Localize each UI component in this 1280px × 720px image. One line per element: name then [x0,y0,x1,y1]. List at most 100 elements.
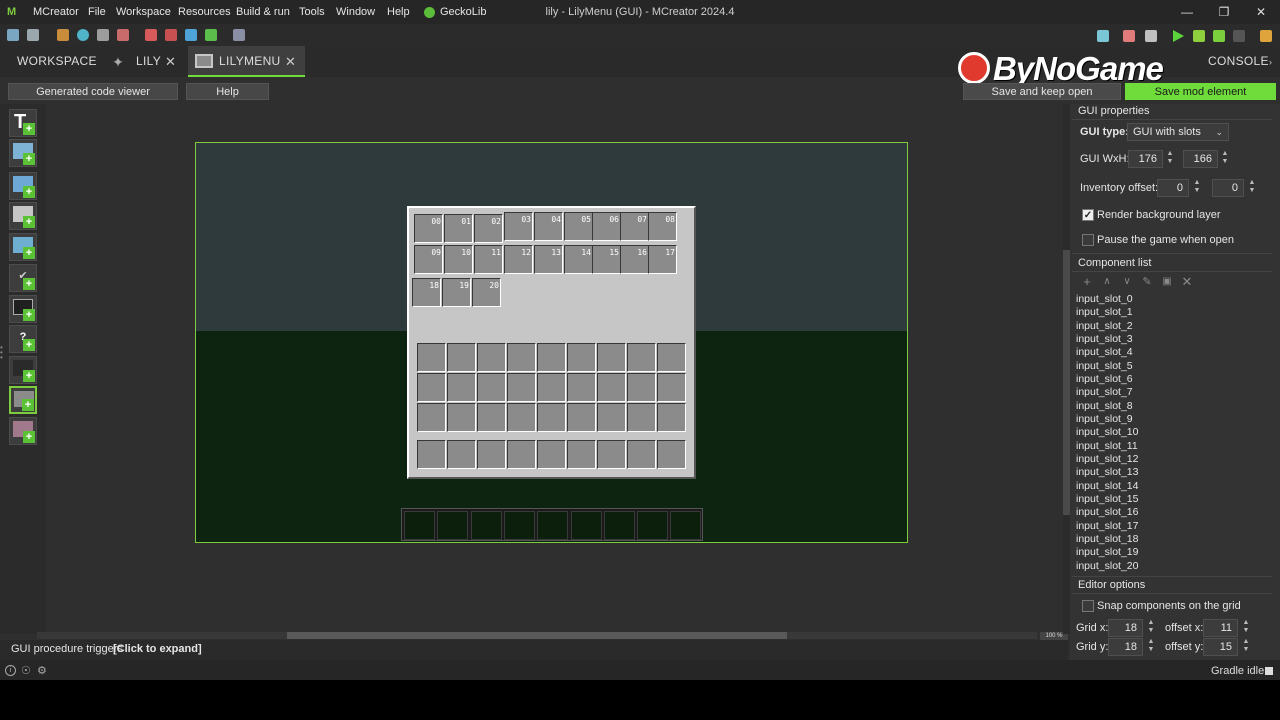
component-list-item[interactable]: input_slot_18 [1076,533,1138,546]
add-image-button-button[interactable]: + [9,233,37,261]
menu-file[interactable]: File [88,0,106,24]
grid-y-input[interactable]: 18 [1108,638,1143,656]
menu-tools[interactable]: Tools [299,0,325,24]
import-icon[interactable] [57,29,69,41]
input-slot[interactable]: 09 [414,245,443,274]
triggers-expand-link[interactable]: [Click to expand] [113,643,202,655]
export-icon[interactable] [1260,30,1272,42]
gui-width-spinner[interactable]: ▲ ▼ [1163,150,1177,168]
input-slot[interactable]: 12 [504,245,533,274]
generated-code-viewer-button[interactable]: Generated code viewer [8,83,178,100]
menu-resources[interactable]: Resources [178,0,231,24]
component-list-item[interactable]: input_slot_10 [1076,426,1138,439]
tab-lily-close-icon[interactable]: ✕ [165,46,176,77]
component-list-item[interactable]: input_slot_16 [1076,506,1138,519]
input-slot[interactable]: 05 [564,212,593,241]
input-slot[interactable]: 11 [474,245,503,274]
tab-lilymenu[interactable]: LILYMENU [219,46,281,77]
maximize-button[interactable]: ❐ [1207,0,1241,24]
component-list-item[interactable]: input_slot_1 [1076,306,1133,319]
component-list-item[interactable]: input_slot_3 [1076,333,1133,346]
move-up-icon[interactable]: ∧ [1100,275,1114,289]
gui-width-input[interactable]: 176 [1128,150,1163,168]
component-list-item[interactable]: input_slot_4 [1076,346,1133,359]
offset-y-input[interactable]: 15 [1203,638,1238,656]
menu-build-run[interactable]: Build & run [236,0,290,24]
add-checkbox-button[interactable]: ✔ + [9,264,37,292]
input-slot[interactable]: 01 [444,214,473,243]
armor-texture-icon[interactable] [185,29,197,41]
lock-component-icon[interactable]: ▣ [1160,275,1174,289]
input-slot[interactable]: 06 [592,212,621,241]
add-text-field-button[interactable]: + [9,295,37,323]
sound-icon[interactable] [97,29,109,41]
structure-icon[interactable] [205,29,217,41]
add-sprite-button[interactable]: + [9,172,37,200]
add-output-slot-button[interactable]: + [9,417,37,445]
gear-icon[interactable]: ⚙ [37,664,47,677]
component-list-item[interactable]: input_slot_8 [1076,400,1133,413]
input-slot[interactable]: 07 [620,212,649,241]
edit-component-icon[interactable]: ✎ [1140,275,1154,289]
render-background-checkbox[interactable]: ✓ [1082,209,1094,221]
add-image-button[interactable]: + [9,139,37,167]
component-list-item[interactable]: input_slot_9 [1076,413,1133,426]
more-tabs-icon[interactable]: › [1269,57,1273,67]
tab-lily[interactable]: LILY [136,46,161,77]
input-slot[interactable]: 04 [534,212,563,241]
input-slot[interactable]: 14 [564,245,593,274]
component-list-item[interactable]: input_slot_2 [1076,320,1133,333]
input-slot[interactable]: 20 [472,278,501,307]
input-slot[interactable]: 13 [534,245,563,274]
regenerate-icon[interactable] [1097,30,1109,42]
tab-lilymenu-close-icon[interactable]: ✕ [285,46,296,77]
input-slot[interactable]: 18 [412,278,441,307]
save-mod-element-button[interactable]: Save mod element [1125,83,1276,100]
variables-icon[interactable] [233,29,245,41]
component-list-item[interactable]: input_slot_20 [1076,560,1138,573]
add-tooltip-button[interactable]: ? + [9,325,37,353]
menu-geckolib[interactable]: GeckoLib [440,0,486,24]
component-list-item[interactable]: input_slot_14 [1076,480,1138,493]
input-slot[interactable]: 19 [442,278,471,307]
block-texture-icon[interactable] [145,29,157,41]
grid-x-input[interactable]: 18 [1108,619,1143,637]
resource-icon[interactable] [77,29,89,41]
component-list-item[interactable]: input_slot_11 [1076,440,1138,453]
help-button[interactable]: Help [186,83,269,100]
add-button-button[interactable]: + [9,202,37,230]
component-list-item[interactable]: input_slot_6 [1076,373,1133,386]
info-icon[interactable]: i [5,665,16,676]
menu-mcreator[interactable]: MCreator [33,0,79,24]
run-client-icon[interactable] [1173,30,1184,42]
settings-icon[interactable] [27,29,39,41]
tab-workspace[interactable]: WORKSPACE [17,46,97,77]
add-input-slot-button[interactable]: + [9,386,37,414]
offset-x-input[interactable]: 11 [1203,619,1238,637]
grid-y-spinner[interactable]: ▲ ▼ [1144,638,1158,656]
delete-component-icon[interactable]: ✕ [1180,275,1194,289]
palette-drag-handle[interactable]: • • • [0,344,4,362]
add-label-button[interactable]: T + [9,109,37,137]
clear-icon[interactable] [1123,30,1135,42]
menu-help[interactable]: Help [387,0,410,24]
inventory-offset-y-input[interactable]: 0 [1212,179,1244,197]
menu-workspace[interactable]: Workspace [116,0,171,24]
tab-console[interactable]: CONSOLE [1208,46,1269,77]
component-list-item[interactable]: input_slot_0 [1076,293,1133,306]
minimize-button[interactable]: — [1170,0,1204,24]
gui-type-select[interactable]: GUI with slots ⌄ [1127,123,1229,141]
add-entity-model-button[interactable]: + [9,356,37,384]
component-list-item[interactable]: input_slot_12 [1076,453,1138,466]
input-slot[interactable]: 17 [648,245,677,274]
snap-grid-checkbox[interactable] [1082,600,1094,612]
close-window-button[interactable]: ✕ [1244,0,1278,24]
offset-y-spinner[interactable]: ▲ ▼ [1239,638,1253,656]
component-list-item[interactable]: input_slot_15 [1076,493,1138,506]
component-list-item[interactable]: input_slot_19 [1076,546,1138,559]
debug-icon[interactable] [1193,30,1205,42]
gui-editor-canvas[interactable]: 00 01 02 03 04 05 06 07 08 09 10 11 12 13 14 15 16 17 18 19… [195,142,908,543]
input-slot[interactable]: 02 [474,214,503,243]
texture-icon[interactable] [117,29,129,41]
gui-background[interactable]: 00 01 02 03 04 05 06 07 08 09 10 11 12 13 14 15 16 17 18 19… [407,206,696,479]
